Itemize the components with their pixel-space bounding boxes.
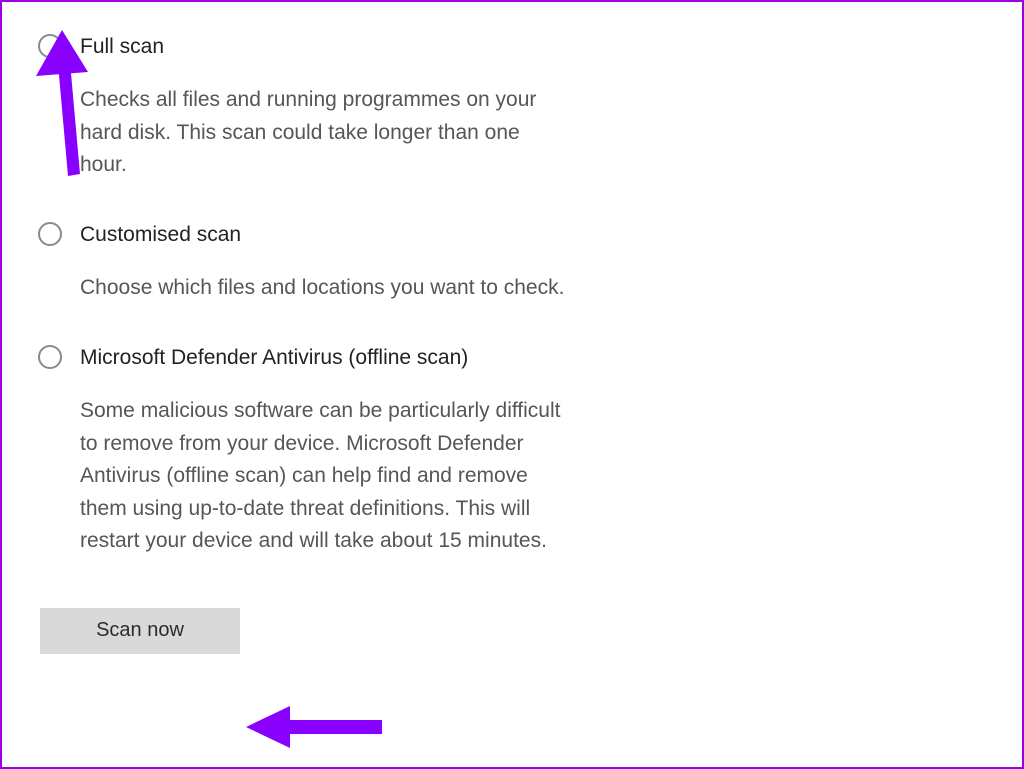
scan-option-body: Full scan Checks all files and running p… [80, 30, 568, 182]
annotation-arrow-scan-now-icon [242, 702, 402, 752]
scan-option-full[interactable]: Full scan Checks all files and running p… [38, 30, 568, 182]
scan-option-body: Customised scan Choose which files and l… [80, 218, 568, 305]
radio-offline-scan[interactable] [38, 345, 62, 369]
scan-option-title: Customised scan [80, 221, 568, 248]
scan-option-description: Checks all files and running programmes … [80, 84, 568, 182]
scan-option-description: Choose which files and locations you wan… [80, 272, 568, 305]
radio-customised-scan[interactable] [38, 222, 62, 246]
scan-option-body: Microsoft Defender Antivirus (offline sc… [80, 341, 568, 558]
scan-option-offline[interactable]: Microsoft Defender Antivirus (offline sc… [38, 341, 568, 558]
scan-option-customised[interactable]: Customised scan Choose which files and l… [38, 218, 568, 305]
scan-option-title: Microsoft Defender Antivirus (offline sc… [80, 344, 568, 371]
scan-options-dialog: Full scan Checks all files and running p… [0, 0, 1024, 769]
scan-option-title: Full scan [80, 33, 568, 60]
scan-now-button[interactable]: Scan now [40, 608, 240, 654]
radio-full-scan[interactable] [38, 34, 62, 58]
scan-option-description: Some malicious software can be particula… [80, 395, 568, 558]
